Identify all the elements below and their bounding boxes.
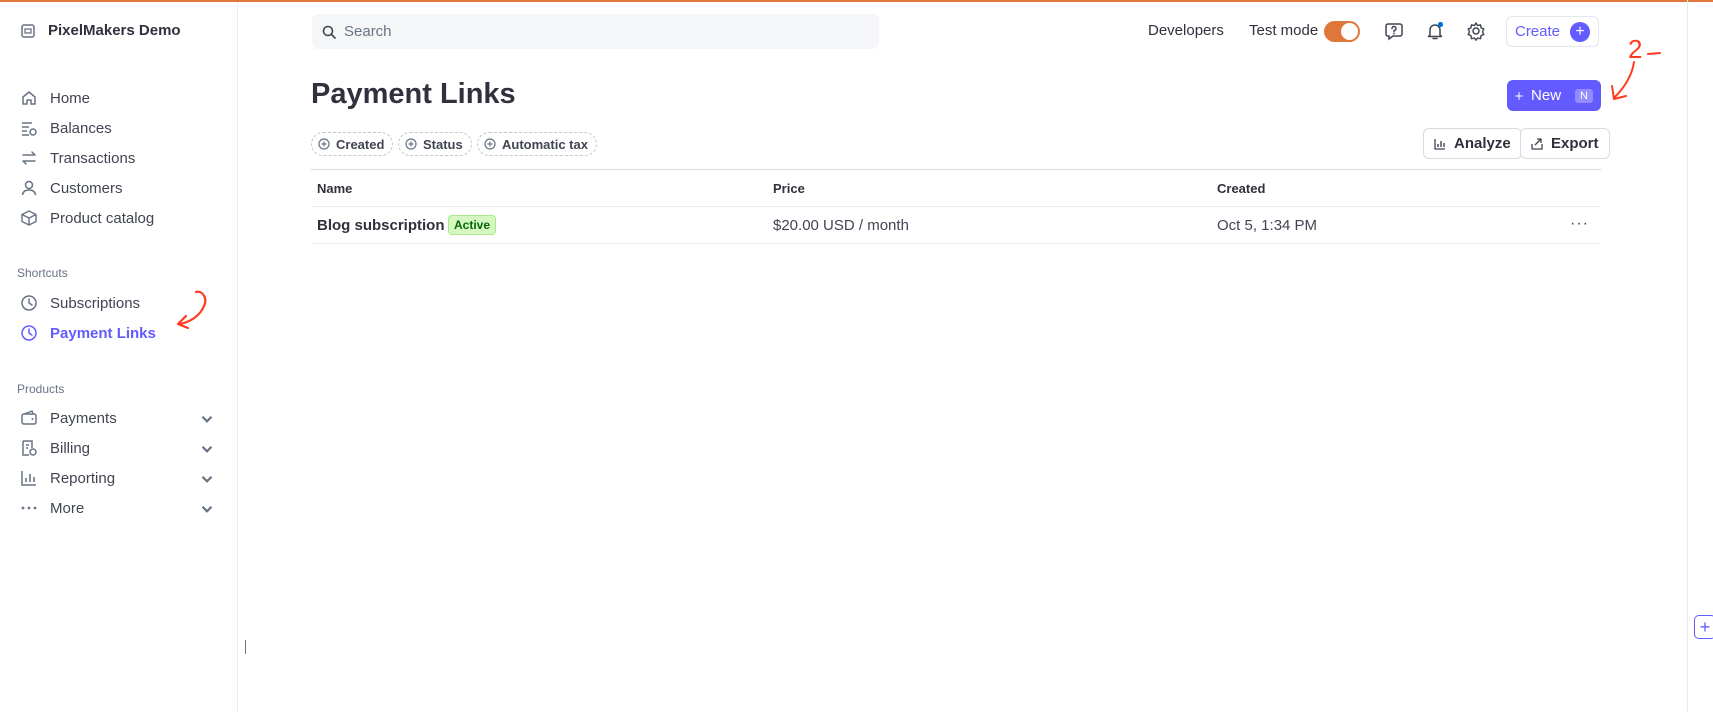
sidebar-item-label: Home	[50, 89, 91, 107]
side-panel-plus-icon[interactable]: +	[1694, 615, 1713, 639]
clock-icon	[21, 325, 37, 341]
sidebar-item-label: Transactions	[50, 149, 136, 167]
chevron-down-icon	[201, 505, 213, 513]
account-switcher[interactable]: PixelMakers Demo	[20, 22, 181, 39]
settings-gear-icon[interactable]	[1466, 21, 1486, 41]
billing-icon	[22, 440, 37, 456]
sidebar-item-label: Reporting	[50, 469, 116, 487]
test-mode-toggle[interactable]	[1324, 21, 1360, 42]
status-badge: Active	[448, 215, 497, 235]
filter-status[interactable]: Status	[398, 132, 472, 156]
column-header-price[interactable]: Price	[773, 181, 805, 196]
table-header: Name Price Created	[311, 169, 1601, 207]
plus-circle-outline-icon	[318, 138, 330, 150]
clock-icon	[21, 295, 37, 311]
sidebar-item-more[interactable]: More	[20, 496, 216, 520]
export-label: Export	[1551, 135, 1599, 152]
sidebar-item-product-catalog[interactable]: Product catalog	[20, 206, 154, 230]
filter-created[interactable]: Created	[311, 132, 394, 156]
bar-chart-icon	[1434, 138, 1445, 150]
sidebar-item-label: Subscriptions	[50, 294, 141, 312]
dots-icon	[21, 506, 37, 510]
products-heading: Products	[17, 382, 65, 396]
shortcuts-heading: Shortcuts	[17, 266, 68, 280]
keyboard-shortcut-badge: N	[1575, 88, 1593, 103]
filter-automatic-tax[interactable]: Automatic tax	[477, 132, 597, 156]
row-actions-ellipsis-icon[interactable]: ···	[1570, 215, 1589, 233]
transactions-icon	[22, 151, 36, 165]
sidebar-item-label: Payment Links	[50, 324, 156, 342]
annotation-step-arrow-icon: 2	[1611, 36, 1661, 100]
column-header-name[interactable]: Name	[317, 181, 352, 196]
wallet-icon	[21, 410, 37, 425]
help-icon[interactable]	[1384, 21, 1404, 41]
create-button[interactable]: Create +	[1506, 16, 1599, 47]
export-icon	[1531, 137, 1543, 150]
create-label: Create	[1514, 23, 1561, 40]
sidebar-item-billing[interactable]: Billing	[20, 436, 216, 460]
home-icon	[22, 91, 36, 105]
analyze-label: Analyze	[1454, 135, 1511, 152]
sidebar-item-reporting[interactable]: Reporting	[20, 466, 216, 490]
row-created: Oct 5, 1:34 PM	[1217, 217, 1318, 234]
search-input[interactable]	[344, 23, 864, 40]
balances-icon	[22, 122, 37, 136]
sidebar-item-home[interactable]: Home	[20, 86, 90, 110]
product-catalog-icon	[21, 210, 37, 226]
filter-label: Automatic tax	[502, 136, 588, 152]
sidebar-item-label: Customers	[50, 179, 123, 197]
test-mode-bar	[0, 0, 1713, 2]
payment-links-table: Name Price Created Blog subscription Act…	[311, 169, 1601, 244]
filter-label: Status	[423, 136, 463, 152]
developers-link[interactable]: Developers	[1148, 22, 1224, 39]
sidebar-item-transactions[interactable]: Transactions	[20, 146, 135, 170]
sidebar-item-payment-links[interactable]: Payment Links	[20, 321, 156, 345]
plus-circle-outline-icon	[405, 138, 417, 150]
table-row[interactable]: Blog subscription Active $20.00 USD / mo…	[311, 207, 1601, 244]
sidebar-item-label: Billing	[50, 439, 91, 457]
sidebar-item-label: More	[50, 499, 85, 517]
sidebar-item-customers[interactable]: Customers	[20, 176, 123, 200]
page-title: Payment Links	[311, 78, 516, 110]
analyze-button[interactable]: Analyze	[1423, 128, 1522, 159]
text-cursor	[245, 640, 246, 654]
new-button-label: New	[1531, 87, 1562, 104]
right-panel-divider	[1687, 0, 1688, 712]
sidebar: PixelMakers Demo Home Balances Transacti…	[0, 2, 238, 712]
row-price: $20.00 USD / month	[773, 217, 909, 234]
annotation-arrow-icon	[176, 290, 207, 330]
sidebar-item-balances[interactable]: Balances	[20, 116, 112, 140]
toggle-knob	[1341, 23, 1358, 40]
search-icon	[322, 25, 336, 39]
new-payment-link-button[interactable]: New N	[1507, 80, 1601, 111]
plus-circle-outline-icon	[484, 138, 496, 150]
plus-circle-icon: +	[1570, 21, 1591, 42]
column-header-created[interactable]: Created	[1217, 181, 1265, 196]
sidebar-item-subscriptions[interactable]: Subscriptions	[20, 291, 140, 315]
sidebar-item-label: Product catalog	[50, 209, 155, 227]
chevron-down-icon	[201, 475, 213, 483]
sidebar-item-label: Balances	[50, 119, 112, 137]
account-icon	[21, 23, 35, 38]
filter-label: Created	[336, 136, 385, 152]
export-button[interactable]: Export	[1520, 128, 1610, 159]
search-bar[interactable]	[312, 14, 879, 49]
reporting-icon	[21, 471, 36, 486]
annotation-step-number: 2	[1628, 36, 1642, 64]
plus-icon	[1515, 91, 1523, 100]
sidebar-item-payments[interactable]: Payments	[20, 406, 216, 430]
chevron-down-icon	[201, 445, 213, 453]
notification-bell-icon[interactable]	[1425, 21, 1445, 41]
account-name: PixelMakers Demo	[48, 22, 181, 39]
sidebar-item-label: Payments	[50, 409, 117, 427]
test-mode-label: Test mode	[1249, 22, 1319, 39]
chevron-down-icon	[201, 415, 213, 423]
row-name: Blog subscription	[317, 217, 445, 234]
customers-icon	[21, 180, 37, 196]
